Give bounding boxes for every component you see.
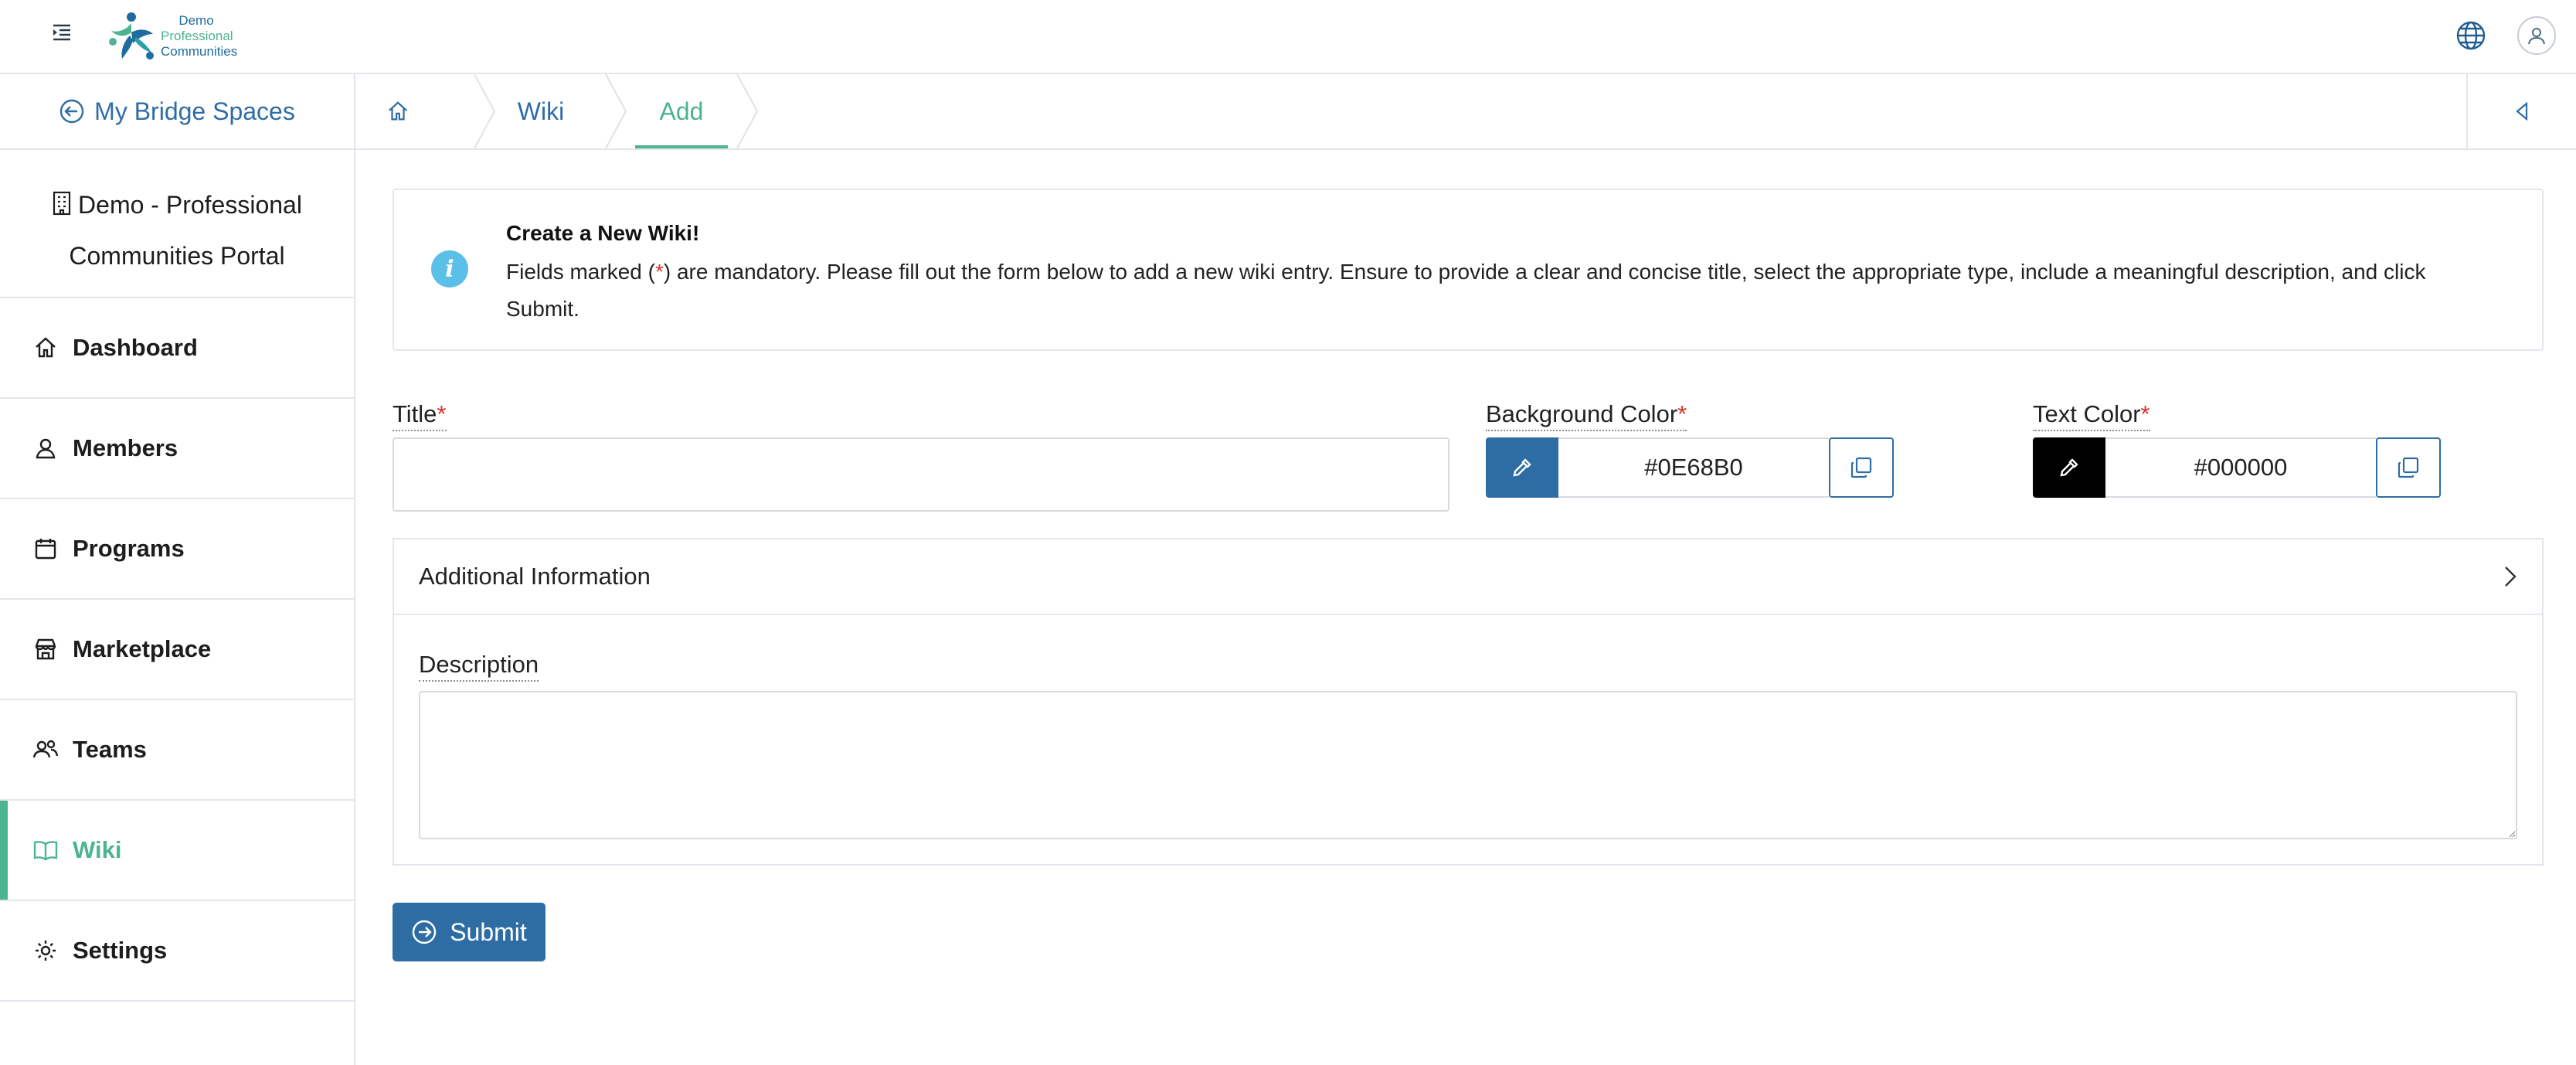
eyedropper-icon	[1513, 458, 1531, 477]
title-input[interactable]	[393, 437, 1449, 512]
triangle-left-icon	[2516, 101, 2528, 121]
home-icon	[388, 101, 408, 121]
breadcrumb-wiki[interactable]: Wiki	[510, 74, 572, 148]
sidebar-item-teams[interactable]: Teams	[0, 700, 354, 801]
indent-menu-icon[interactable]	[48, 19, 76, 46]
info-alert: i Create a New Wiki! Fields marked (*) a…	[393, 189, 2544, 351]
logo[interactable]: Demo Professional Communities	[107, 6, 238, 66]
calendar-icon	[32, 536, 59, 562]
sidebar-item-label: Dashboard	[73, 334, 198, 361]
sidebar-item-settings[interactable]: Settings	[0, 901, 354, 1002]
logo-text: Demo Professional Communities	[161, 13, 238, 59]
sidebar-item-label: Settings	[73, 937, 168, 964]
info-title: Create a New Wiki!	[506, 221, 700, 245]
book-icon	[32, 837, 59, 863]
additional-information-panel: Additional Information Description	[393, 538, 2544, 866]
text-color-eyedropper-button[interactable]	[2033, 437, 2105, 498]
gear-icon	[32, 937, 59, 964]
info-text: Fields marked (*) are mandatory. Please …	[506, 260, 2426, 321]
globe-icon[interactable]	[2451, 15, 2491, 56]
copy-icon	[2398, 457, 2419, 478]
sidebar-item-label: Wiki	[73, 836, 122, 863]
sidebar-item-label: Members	[73, 434, 178, 461]
org-name: Demo - Professional Communities Portal	[0, 150, 354, 298]
logo-mark-icon	[109, 12, 154, 60]
sidebar: My Bridge Spaces Demo - Professional Com…	[0, 74, 355, 1065]
collapse-panel-button[interactable]	[2466, 74, 2576, 148]
sidebar-item-label: Programs	[73, 535, 185, 562]
copy-icon	[1850, 457, 1872, 478]
copy-text-color-button[interactable]	[2376, 437, 2441, 498]
submit-button[interactable]: Submit	[393, 903, 545, 961]
text-color-value[interactable]: #000000	[2105, 437, 2376, 498]
back-link-label: My Bridge Spaces	[94, 97, 295, 125]
breadcrumb-add[interactable]: Add	[635, 74, 728, 148]
sidebar-item-wiki[interactable]: Wiki	[0, 801, 354, 901]
copy-background-color-button[interactable]	[1829, 437, 1894, 498]
store-icon	[32, 636, 59, 662]
breadcrumb: Wiki Add	[355, 74, 2576, 150]
top-bar: Demo Professional Communities	[0, 0, 2576, 74]
additional-information-label: Additional Information	[419, 563, 651, 590]
arrow-right-circle-icon	[413, 920, 437, 944]
text-color-label: Text Color*	[2033, 400, 2150, 431]
arrow-left-circle-icon	[59, 99, 84, 124]
description-textarea[interactable]	[419, 691, 2517, 839]
chevron-right-icon	[2505, 567, 2517, 587]
background-color-eyedropper-button[interactable]	[1486, 437, 1558, 498]
submit-label: Submit	[450, 917, 527, 946]
info-icon: i	[431, 250, 468, 288]
users-icon	[32, 737, 59, 763]
sidebar-item-label: Marketplace	[73, 635, 212, 662]
building-icon	[53, 191, 71, 216]
eyedropper-icon	[2060, 458, 2078, 477]
user-avatar-icon[interactable]	[2517, 16, 2556, 55]
user-icon	[32, 435, 59, 461]
sidebar-item-marketplace[interactable]: Marketplace	[0, 600, 354, 700]
breadcrumb-home[interactable]	[386, 74, 410, 148]
sidebar-item-programs[interactable]: Programs	[0, 499, 354, 600]
background-color-value[interactable]: #0E68B0	[1558, 437, 1829, 498]
background-color-picker: #0E68B0	[1486, 437, 1894, 498]
breadcrumb-separator	[736, 74, 759, 148]
org-name-text: Demo - Professional Communities Portal	[69, 191, 302, 270]
breadcrumb-separator	[605, 74, 627, 148]
home-icon	[32, 335, 59, 361]
sidebar-item-label: Teams	[73, 736, 147, 763]
sidebar-item-members[interactable]: Members	[0, 399, 354, 499]
background-color-label: Background Color*	[1486, 400, 1687, 431]
sidebar-item-dashboard[interactable]: Dashboard	[0, 298, 354, 399]
additional-information-toggle[interactable]: Additional Information	[394, 539, 2542, 615]
title-label: Title*	[393, 400, 447, 431]
text-color-picker: #000000	[2033, 437, 2441, 498]
breadcrumb-separator	[474, 74, 496, 148]
back-to-bridge-spaces-link[interactable]: My Bridge Spaces	[0, 74, 354, 150]
description-label: Description	[419, 651, 539, 682]
